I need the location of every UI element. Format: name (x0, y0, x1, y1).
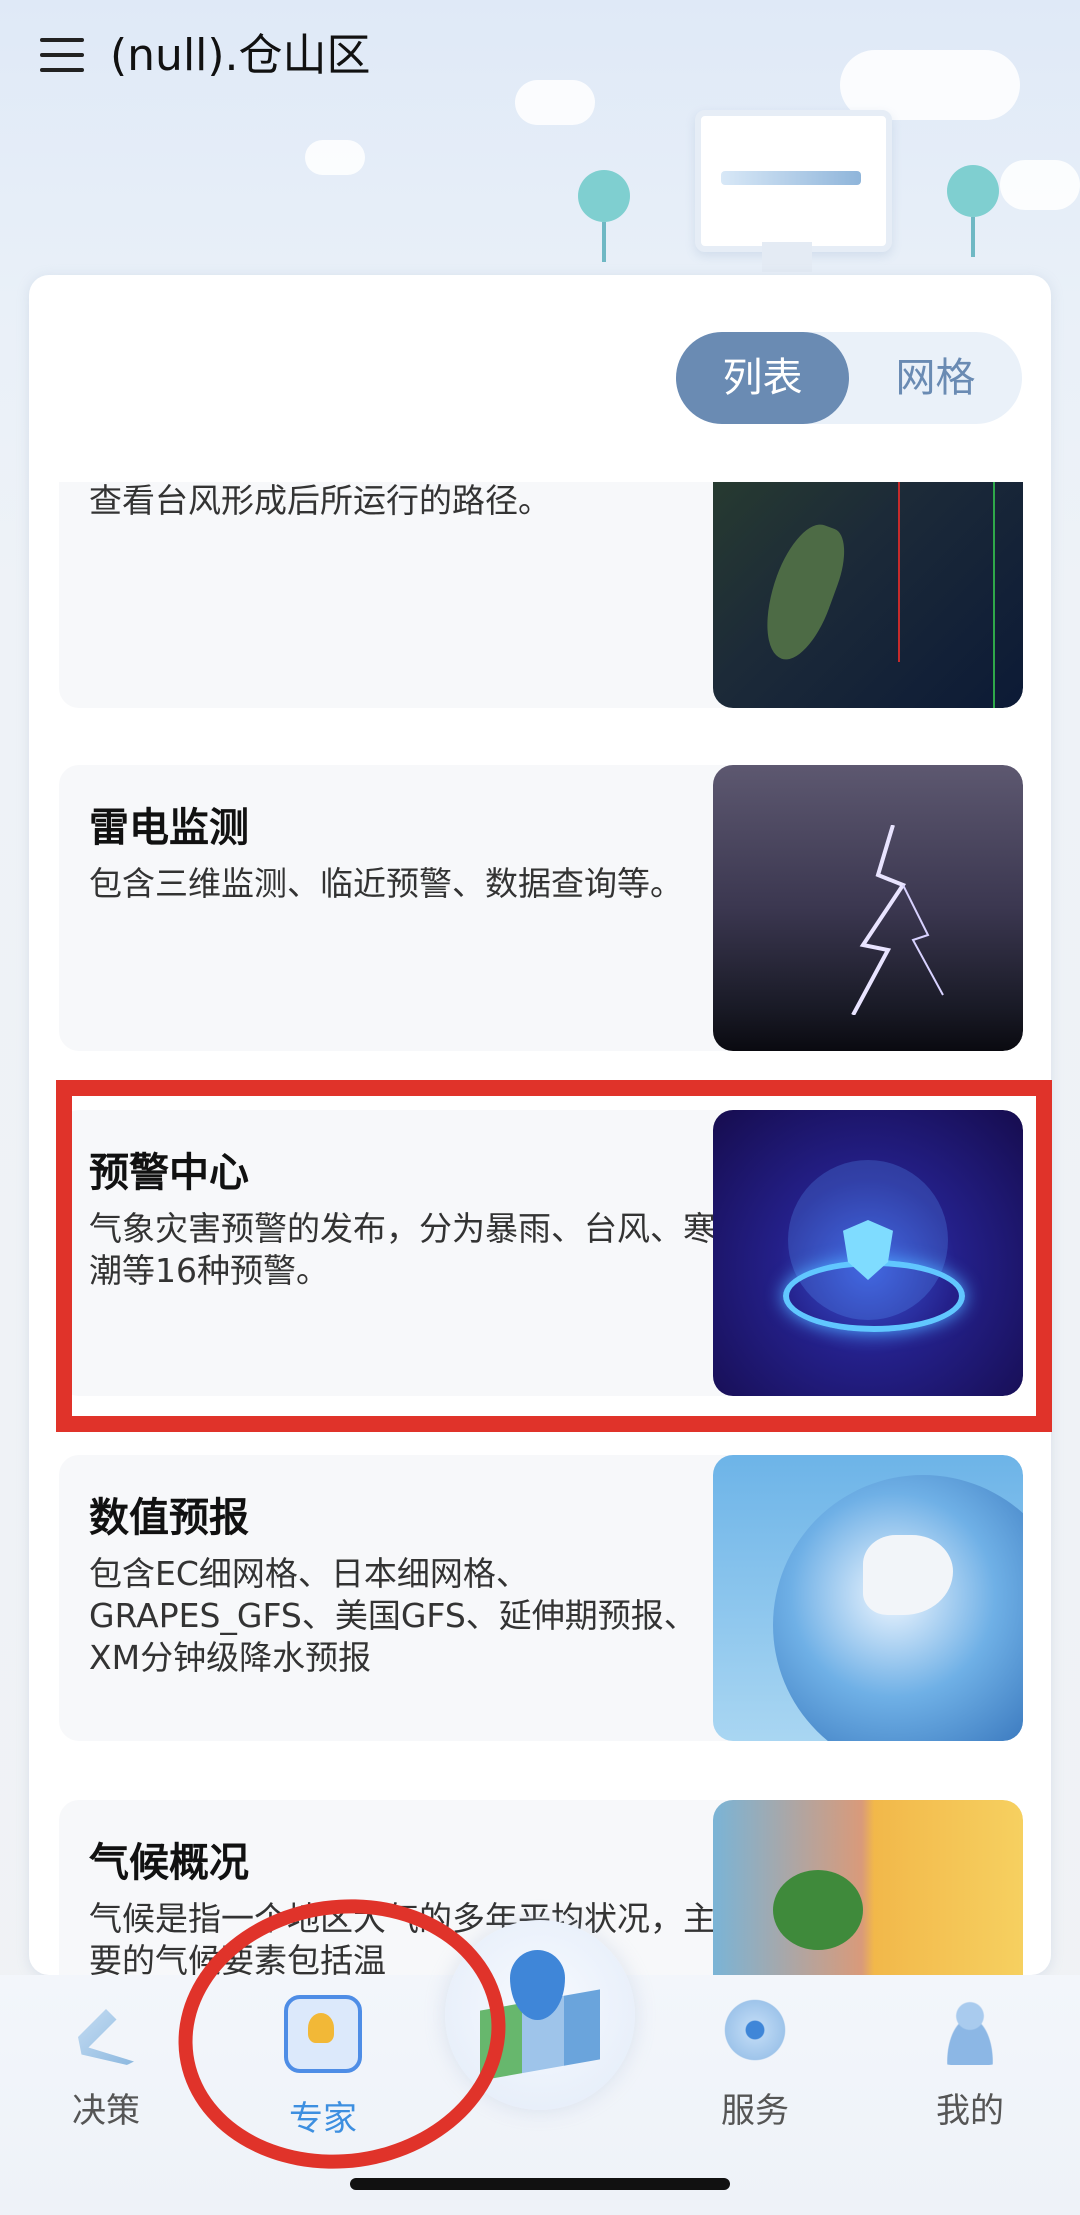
warning-shield-thumbnail (713, 1110, 1023, 1396)
map-button[interactable] (445, 1920, 635, 2110)
item-title: 预警中心 (89, 1150, 249, 1196)
header-illustration (0, 50, 1080, 280)
service-icon (720, 1995, 790, 2065)
list-item-lightning-monitor[interactable]: 雷电监测 包含三维监测、临近预警、数据查询等。 (59, 765, 1023, 1051)
tab-grid[interactable]: 网格 (849, 332, 1022, 424)
view-toggle[interactable]: 列表 网格 (676, 332, 1022, 424)
item-description: 查看台风形成后所运行的路径。 (89, 482, 551, 520)
item-description: 气候是指一个地区大气的多年平均状况，主要的气候要素包括温 (89, 1899, 716, 1975)
tab-expert[interactable]: 专家 (223, 1995, 423, 2140)
tab-label: 服务 (721, 2091, 789, 2131)
expert-icon (284, 1995, 362, 2073)
tab-label: 专家 (289, 2099, 357, 2139)
user-icon (935, 1995, 1005, 2065)
climate-thumbnail (713, 1800, 1023, 1975)
list-item-typhoon-path[interactable]: 查看台风形成后所运行的路径。 (59, 482, 1023, 708)
gavel-icon (78, 2009, 134, 2065)
tree-icon (947, 165, 999, 257)
tab-label: 我的 (936, 2091, 1004, 2131)
menu-icon[interactable] (40, 38, 84, 74)
tree-icon (578, 170, 630, 262)
cloud-icon (515, 80, 595, 125)
tab-label: 决策 (72, 2091, 140, 2131)
tab-mine[interactable]: 我的 (870, 1995, 1070, 2132)
home-indicator (350, 2178, 730, 2190)
item-description: 包含三维监测、临近预警、数据查询等。 (89, 864, 683, 903)
item-description: 包含EC细网格、日本细网格、GRAPES_GFS、美国GFS、延伸期预报、XM分… (89, 1554, 697, 1677)
monitor-icon (695, 110, 892, 252)
tab-decision[interactable]: 决策 (6, 1995, 206, 2132)
tab-list[interactable]: 列表 (676, 332, 849, 424)
tab-service[interactable]: 服务 (655, 1995, 855, 2132)
feature-list[interactable]: 查看台风形成后所运行的路径。 雷电监测 包含三维监测、临近预警、数据查询等。 预… (59, 482, 1023, 1975)
typhoon-map-thumbnail (713, 482, 1023, 708)
item-title: 雷电监测 (89, 805, 249, 851)
cloud-icon (305, 140, 365, 175)
item-title: 数值预报 (89, 1495, 249, 1541)
lightning-thumbnail (713, 765, 1023, 1051)
list-item-numerical-forecast[interactable]: 数值预报 包含EC细网格、日本细网格、GRAPES_GFS、美国GFS、延伸期预… (59, 1455, 1023, 1741)
list-item-warning-center[interactable]: 预警中心 气象灾害预警的发布，分为暴雨、台风、寒潮等16种预警。 (59, 1110, 1023, 1396)
item-description: 气象灾害预警的发布，分为暴雨、台风、寒潮等16种预警。 (89, 1209, 716, 1290)
globe-thumbnail (713, 1455, 1023, 1741)
item-title: 气候概况 (89, 1840, 249, 1886)
location-title[interactable]: (null).仓山区 (110, 24, 371, 88)
cloud-icon (1000, 160, 1080, 210)
